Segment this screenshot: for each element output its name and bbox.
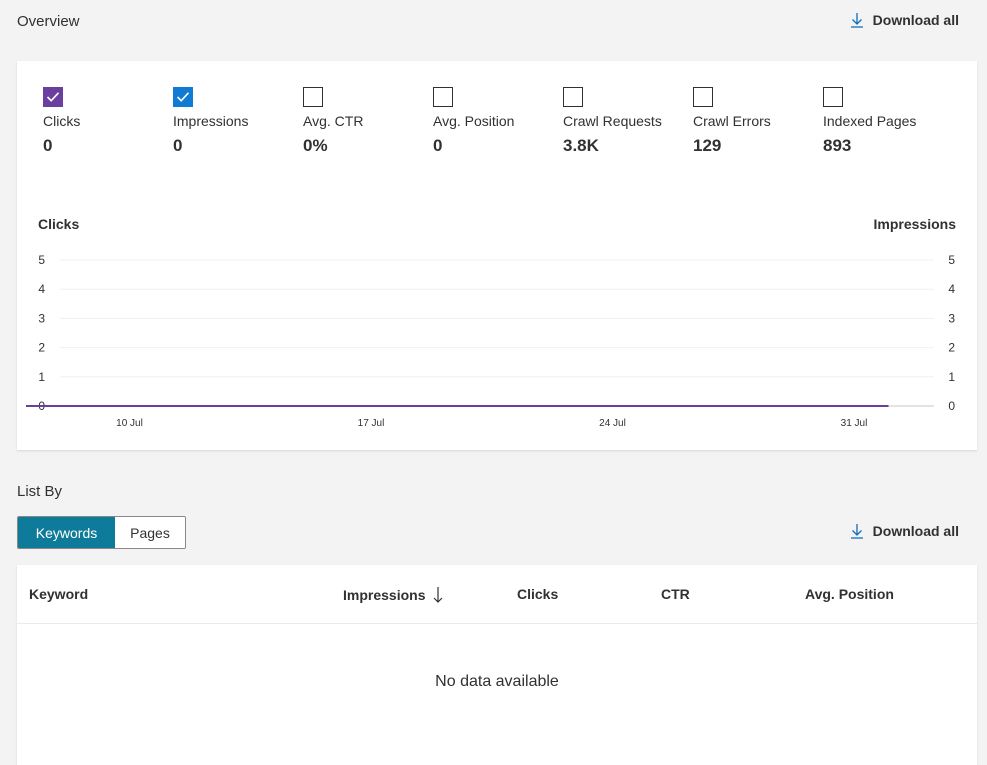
column-header-keyword[interactable]: Keyword [29,586,88,602]
y-tick-label-right: 0 [948,399,955,413]
list-by-toggle: Keywords Pages [17,516,186,549]
y-tick-label-right: 1 [948,370,955,384]
x-tick-label: 24 Jul [599,418,626,429]
y-tick-label-right: 2 [948,341,955,355]
tab-keywords[interactable]: Keywords [18,517,115,548]
column-header-clicks[interactable]: Clicks [517,586,558,602]
empty-state-message: No data available [435,673,559,690]
table-header: Keyword Impressions Clicks CTR Avg. Posi… [17,565,977,624]
column-header-avg-position[interactable]: Avg. Position [805,586,894,602]
column-header-ctr[interactable]: CTR [661,586,690,602]
column-header-impressions[interactable]: Impressions [343,586,443,604]
y-tick-label-left: 3 [38,311,45,325]
y-tick-label-left: 4 [38,282,45,296]
y-tick-label-left: 2 [38,341,45,355]
overview-title: Overview [17,13,80,30]
y-tick-label-left: 5 [38,253,45,267]
sort-descending-icon [433,586,443,604]
list-download-all-button[interactable]: Download all [850,523,959,539]
y-tick-label-left: 1 [38,370,45,384]
y-tick-label-right: 3 [948,311,955,325]
x-tick-label: 10 Jul [116,418,143,429]
tab-pages[interactable]: Pages [115,517,185,548]
clicks-impressions-chart: 0 01 12 23 34 45 510 Jul 17 Jul 24 Jul 31 Jul [26,253,955,429]
x-tick-label: 17 Jul [358,418,385,429]
overview-card: Clicks 0 Impressions 0 Avg. CTR 0% Avg. Positi… [17,61,977,450]
download-icon [850,12,864,28]
download-all-label: Download all [872,523,959,539]
list-by-title: List By [17,483,63,500]
download-all-label: Download all [872,12,959,28]
overview-download-all-button[interactable]: Download all [850,12,959,28]
x-tick-label: 31 Jul [841,418,868,429]
y-tick-label-right: 5 [948,253,955,267]
y-tick-label-right: 4 [948,282,955,296]
download-icon [850,523,864,539]
keywords-table: Keyword Impressions Clicks CTR Avg. Posi… [17,565,977,765]
